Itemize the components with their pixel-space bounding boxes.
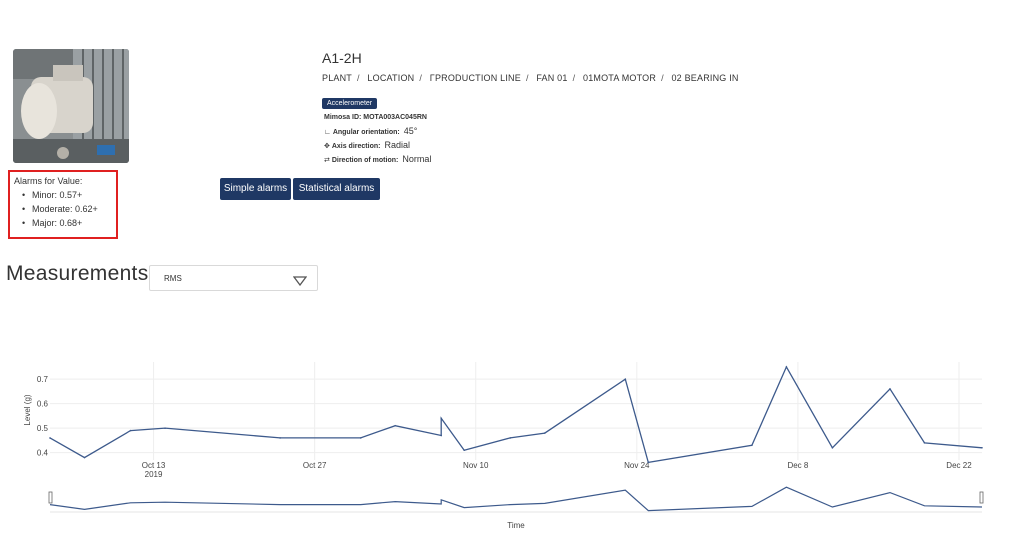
direction-of-motion: ⇄ Direction of motion: Normal <box>324 154 432 164</box>
y-tick-label: 0.4 <box>37 449 49 458</box>
range-slider-right-handle[interactable] <box>979 491 984 504</box>
data-point <box>543 432 546 434</box>
swap-arrows-icon: ⇄ <box>324 157 330 164</box>
angle-icon: ∟ <box>324 129 331 136</box>
data-point <box>785 366 788 368</box>
chevron-down-icon <box>292 273 308 291</box>
data-point <box>981 446 983 449</box>
data-point <box>889 388 891 390</box>
y-tick-label: 0.6 <box>37 400 49 409</box>
range-slider[interactable] <box>48 486 984 513</box>
data-point <box>509 437 512 439</box>
breadcrumb: PLANT / LOCATION / ΓPRODUCTION LINE / FAN 0… <box>322 73 739 83</box>
data-point <box>751 444 753 447</box>
data-point <box>359 437 362 439</box>
y-axis-label: Level (g) <box>23 394 32 425</box>
data-point <box>279 437 281 439</box>
x-tick-label: Nov 10 <box>463 461 489 470</box>
range-slider-line <box>49 486 983 512</box>
breadcrumb-fan[interactable]: FAN 01 <box>536 73 567 83</box>
selected-measurement: RMS <box>164 274 182 283</box>
x-tick-label: Oct 27 <box>303 461 327 470</box>
data-point <box>647 461 650 464</box>
sensor-title: A1-2H <box>322 50 362 66</box>
range-slider-left-handle[interactable] <box>48 491 53 504</box>
sensor-type-badge: Accelerometer <box>322 98 378 109</box>
x-tick-year: 2019 <box>145 470 163 479</box>
data-point <box>463 449 466 452</box>
data-point <box>831 446 834 449</box>
x-tick-label: Dec 22 <box>946 461 972 470</box>
axis-direction: ✥ Axis direction: Radial <box>324 140 410 150</box>
mimosa-id: Mimosa ID: MOTA003AC045RN <box>324 114 427 121</box>
x-axis-ticks: Oct 132019 Oct 27 Nov 10 Nov 24 Dec 8 Dec 22 <box>142 461 972 479</box>
breadcrumb-plant[interactable]: PLANT <box>322 73 352 83</box>
simple-alarms-button[interactable]: Simple alarms <box>220 178 291 200</box>
measurements-title: Measurements <box>6 262 149 285</box>
y-tick-label: 0.7 <box>37 375 49 384</box>
x-axis-label: Time <box>507 521 525 530</box>
breadcrumb-location[interactable]: LOCATION <box>367 73 414 83</box>
alarm-minor: Minor: 0.57+ <box>22 190 82 200</box>
sensor-photo <box>13 49 129 163</box>
y-tick-label: 0.5 <box>37 424 49 433</box>
data-point <box>440 434 443 437</box>
breadcrumb-motor[interactable]: 01MOTA MOTOR <box>583 73 656 83</box>
breadcrumb-production-line[interactable]: ΓPRODUCTION LINE <box>430 73 521 83</box>
y-axis-ticks: 0.4 0.5 0.6 0.7 <box>37 375 49 458</box>
alarm-moderate: Moderate: 0.62+ <box>22 204 98 214</box>
data-point <box>923 442 926 444</box>
data-point <box>624 378 627 380</box>
data-point <box>440 417 443 420</box>
measurement-type-select[interactable]: RMS <box>149 265 318 291</box>
data-point <box>83 456 86 459</box>
series-line <box>49 365 983 464</box>
angular-orientation: ∟ Angular orientation: 45° <box>324 126 418 136</box>
x-tick-label: Nov 24 <box>624 461 650 470</box>
chart-grid <box>50 362 982 460</box>
breadcrumb-bearing: 02 BEARING IN <box>671 73 739 83</box>
x-tick-label: Oct 13 <box>142 461 166 470</box>
data-point <box>164 427 166 429</box>
data-point <box>129 429 132 432</box>
data-point <box>49 437 51 439</box>
move-arrows-icon: ✥ <box>324 143 330 150</box>
series-points <box>49 366 983 464</box>
x-tick-label: Dec 8 <box>787 461 808 470</box>
statistical-alarms-button[interactable]: Statistical alarms <box>293 178 380 200</box>
alarms-title: Alarms for Value: <box>14 176 83 186</box>
data-point <box>394 424 396 427</box>
alarm-major: Major: 0.68+ <box>22 218 82 228</box>
